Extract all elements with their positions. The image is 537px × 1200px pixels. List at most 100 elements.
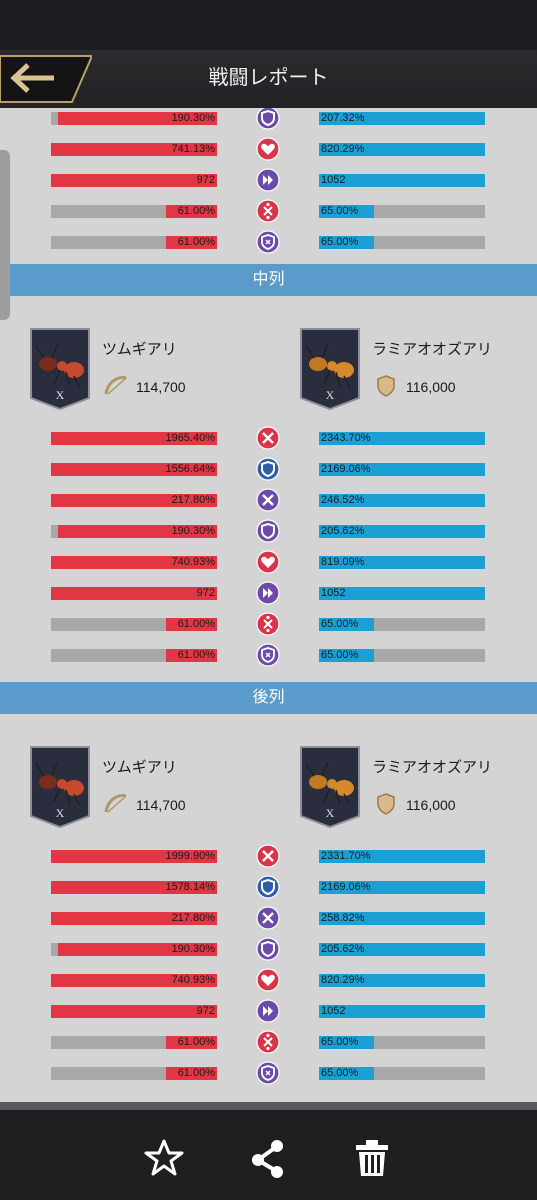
stat-row: 741.13% 820.29% (0, 137, 537, 161)
left-stat-value: 61.00% (177, 205, 215, 217)
right-unit-portrait[interactable]: X (300, 746, 360, 829)
left-stat-value: 972 (196, 174, 215, 186)
right-stat-value: 2169.06% (321, 463, 371, 475)
left-stat-fill (51, 174, 217, 187)
stat-row: 217.80% 258.82% (0, 906, 537, 930)
left-stat-value: 61.00% (177, 649, 215, 661)
stat-row: 217.80% 246.52% (0, 488, 537, 512)
star-icon (144, 1139, 184, 1176)
left-stat-value: 217.80% (171, 912, 215, 924)
left-unit-portrait[interactable]: X (30, 328, 90, 411)
attack-icon (256, 844, 280, 868)
right-stat-value: 246.52% (321, 494, 365, 506)
right-stat-bar: 205.62% (319, 525, 485, 538)
left-stat-bar: 740.93% (51, 556, 217, 569)
right-stat-bar: 65.00% (319, 618, 485, 631)
status-bar (0, 0, 537, 50)
right-unit-portrait[interactable]: X (300, 328, 360, 411)
right-unit-name: ラミアオオズアリ (372, 759, 493, 776)
stat-row: 190.30% 205.62% (0, 519, 537, 543)
left-unit-portrait[interactable]: X (30, 746, 90, 829)
favorite-button[interactable] (144, 1138, 184, 1178)
delete-button[interactable] (352, 1138, 392, 1178)
right-stat-bar: 1052 (319, 174, 485, 187)
right-stat-value: 65.00% (321, 205, 359, 217)
right-stat-value: 2331.70% (321, 850, 371, 862)
right-stat-bar: 205.62% (319, 943, 485, 956)
left-stat-bar: 741.13% (51, 143, 217, 156)
stat-row: 190.30% 205.62% (0, 937, 537, 961)
right-stat-bar: 2343.70% (319, 432, 485, 445)
right-unit-name: ラミアオオズアリ (372, 341, 493, 358)
svg-text:X: X (326, 388, 335, 402)
left-stat-bar: 1556.64% (51, 463, 217, 476)
left-stat-bar: 61.00% (51, 236, 217, 249)
stat-row: 972 1052 (0, 168, 537, 192)
left-unit-name: ツムギアリ (102, 341, 177, 358)
left-stat-bar: 190.30% (51, 112, 217, 125)
left-stat-value: 61.00% (177, 1036, 215, 1048)
share-icon (252, 1140, 283, 1178)
crit-resist-icon (256, 643, 280, 667)
left-stat-bar: 1578.14% (51, 881, 217, 894)
scroll-handle[interactable] (0, 150, 10, 320)
attack-icon (256, 426, 280, 450)
heart-icon (256, 550, 280, 574)
stat-row: 61.00% 65.00% (0, 643, 537, 667)
left-stat-value: 741.13% (171, 143, 215, 155)
left-stat-bar: 972 (51, 174, 217, 187)
crit-icon (256, 199, 280, 223)
left-stat-bar: 740.93% (51, 974, 217, 987)
left-stat-value: 740.93% (171, 974, 215, 986)
right-stat-bar: 258.82% (319, 912, 485, 925)
stat-row: 61.00% 65.00% (0, 612, 537, 636)
stat-row: 1556.64% 2169.06% (0, 457, 537, 481)
defense-icon (256, 457, 280, 481)
section-header: 後列 (0, 682, 537, 714)
left-stat-value: 61.00% (177, 618, 215, 630)
right-stat-value: 2343.70% (321, 432, 371, 444)
right-stat-value: 2169.06% (321, 881, 371, 893)
stat-row: 61.00% 65.00% (0, 1030, 537, 1054)
right-stat-bar: 819.09% (319, 556, 485, 569)
right-stat-value: 1052 (321, 587, 346, 599)
left-unit-name: ツムギアリ (102, 759, 177, 776)
share-button[interactable] (248, 1138, 288, 1178)
left-stat-value: 190.30% (171, 112, 215, 124)
left-stat-value: 61.00% (177, 1067, 215, 1079)
shield-icon (256, 108, 280, 130)
shield-icon (256, 937, 280, 961)
stat-row: 190.30% 207.32% (0, 108, 537, 130)
svg-text:X: X (56, 806, 65, 820)
left-stat-bar: 217.80% (51, 912, 217, 925)
left-stat-bar: 61.00% (51, 649, 217, 662)
left-stat-bar: 61.00% (51, 1036, 217, 1049)
right-stat-value: 820.29% (321, 143, 365, 155)
speed-icon (256, 581, 280, 605)
right-stat-value: 205.62% (321, 943, 365, 955)
svg-text:X: X (56, 388, 65, 402)
left-stat-bar: 217.80% (51, 494, 217, 507)
heart-icon (256, 137, 280, 161)
right-stat-bar: 820.29% (319, 143, 485, 156)
left-stat-value: 61.00% (177, 236, 215, 248)
left-stat-bar: 972 (51, 587, 217, 600)
stat-row: 1965.40% 2343.70% (0, 426, 537, 450)
left-stat-value: 190.30% (171, 525, 215, 537)
left-stat-value: 190.30% (171, 943, 215, 955)
right-stat-value: 65.00% (321, 236, 359, 248)
right-stat-bar: 65.00% (319, 649, 485, 662)
left-stat-value: 217.80% (171, 494, 215, 506)
right-stat-bar: 65.00% (319, 1067, 485, 1080)
right-stat-value: 207.32% (321, 112, 365, 124)
right-stat-value: 819.09% (321, 556, 365, 568)
speed-icon (256, 999, 280, 1023)
heart-icon (256, 968, 280, 992)
svg-text:X: X (326, 806, 335, 820)
right-unit-power: 116,000 (406, 797, 456, 813)
right-stat-value: 65.00% (321, 1036, 359, 1048)
bow-icon (102, 372, 130, 400)
trash-icon (356, 1140, 388, 1176)
right-stat-value: 258.82% (321, 912, 365, 924)
battle-report-content[interactable]: 190.30% 207.32% 741.13% 820.29% 972 1052 61.00… (0, 108, 537, 1110)
